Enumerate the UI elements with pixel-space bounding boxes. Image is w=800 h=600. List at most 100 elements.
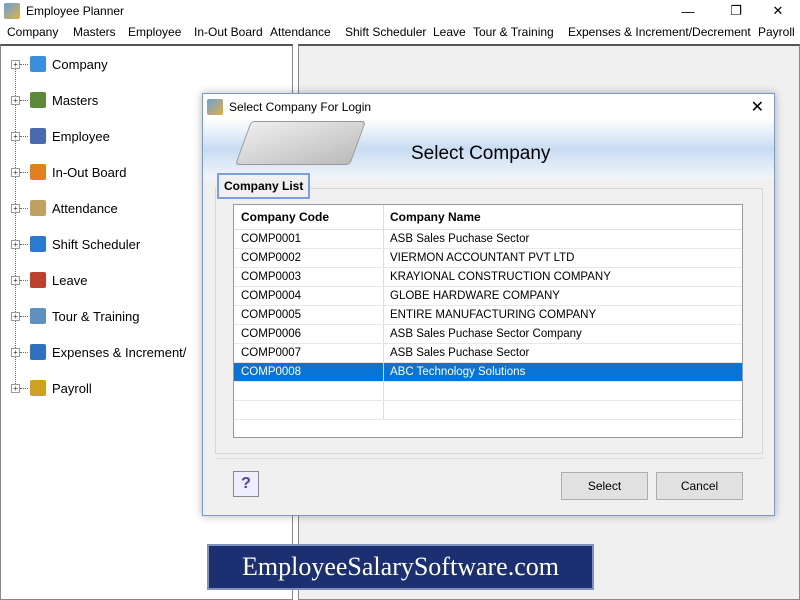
checklist-icon bbox=[30, 200, 46, 216]
company-code-cell: COMP0007 bbox=[234, 344, 384, 362]
tree-connector bbox=[20, 279, 28, 281]
expand-icon[interactable]: + bbox=[11, 59, 20, 69]
company-name-cell: ASB Sales Puchase Sector Company bbox=[390, 328, 582, 340]
cancel-button[interactable]: Cancel bbox=[656, 472, 743, 500]
users-icon bbox=[30, 128, 46, 144]
company-code-cell: COMP0006 bbox=[234, 325, 384, 343]
column-company-name[interactable]: Company Name bbox=[384, 205, 742, 229]
tree-item-label: Employee bbox=[52, 128, 110, 144]
group-label: Company List bbox=[217, 173, 311, 199]
app-icon bbox=[4, 3, 20, 19]
tree-connector bbox=[20, 315, 28, 317]
tree-item[interactable]: + Attendance bbox=[11, 198, 118, 218]
dialog-title-bar: Select Company For Login ✕ bbox=[203, 94, 774, 119]
tree-connector bbox=[20, 351, 28, 353]
empty-cell bbox=[384, 401, 742, 419]
tree-connector bbox=[20, 171, 28, 173]
clock-icon bbox=[30, 236, 46, 252]
menu-item[interactable]: Tour & Training bbox=[473, 25, 554, 39]
expand-icon[interactable]: + bbox=[11, 203, 20, 213]
tree-item-label: In-Out Board bbox=[52, 164, 127, 180]
tree-item-label: Masters bbox=[52, 92, 99, 108]
table-row[interactable]: COMP0003 KRAYIONAL CONSTRUCTION COMPANY bbox=[234, 268, 742, 287]
company-code-cell: COMP0003 bbox=[234, 268, 384, 286]
expand-icon[interactable]: + bbox=[11, 383, 20, 393]
tree-item-label: Expenses & Increment/ bbox=[52, 344, 187, 360]
table-row[interactable]: COMP0002 VIERMON ACCOUNTANT PVT LTD bbox=[234, 249, 742, 268]
menu-item[interactable]: Expenses & Increment/Decrement bbox=[568, 25, 751, 39]
tree-connector bbox=[20, 135, 28, 137]
title-bar: Employee Planner — ❐ ✕ bbox=[0, 0, 800, 22]
table-row[interactable]: COMP0001 ASB Sales Puchase Sector bbox=[234, 230, 742, 249]
empty-cell bbox=[234, 401, 384, 419]
menu-item[interactable]: Company bbox=[7, 25, 58, 39]
tree-connector bbox=[20, 387, 28, 389]
menu-item[interactable]: Employee bbox=[128, 25, 181, 39]
tree-item-label: Shift Scheduler bbox=[52, 236, 141, 252]
tree-item[interactable]: + Tour & Training bbox=[11, 306, 139, 326]
watermark-banner: EmployeeSalarySoftware.com bbox=[207, 544, 594, 590]
empty-cell bbox=[234, 382, 384, 400]
calendar-icon bbox=[30, 272, 46, 288]
select-button[interactable]: Select bbox=[561, 472, 648, 500]
company-name-cell: GLOBE HARDWARE COMPANY bbox=[390, 290, 560, 302]
menu-item[interactable]: Masters bbox=[73, 25, 116, 39]
menu-item[interactable]: Shift Scheduler bbox=[345, 25, 426, 39]
menu-item[interactable]: Attendance bbox=[270, 25, 331, 39]
expand-icon[interactable]: + bbox=[11, 239, 20, 249]
table-row[interactable]: COMP0007 ASB Sales Puchase Sector bbox=[234, 344, 742, 363]
empty-row[interactable] bbox=[234, 382, 742, 401]
expand-icon[interactable]: + bbox=[11, 167, 20, 177]
building-icon bbox=[30, 56, 46, 72]
table-row[interactable]: COMP0008 ABC Technology Solutions bbox=[234, 363, 742, 382]
tree-item[interactable]: + Masters bbox=[11, 90, 98, 110]
column-company-code[interactable]: Company Code bbox=[234, 205, 384, 229]
arrows-icon bbox=[30, 164, 46, 180]
tree-item[interactable]: + Payroll bbox=[11, 378, 92, 398]
expand-icon[interactable]: + bbox=[11, 311, 20, 321]
select-company-dialog: Select Company For Login ✕ Select Compan… bbox=[202, 93, 775, 516]
company-name-cell: ASB Sales Puchase Sector bbox=[390, 347, 530, 359]
tree-item-label: Attendance bbox=[52, 200, 118, 216]
wallet-icon bbox=[30, 344, 46, 360]
company-code-cell: COMP0001 bbox=[234, 230, 384, 248]
window-title: Employee Planner bbox=[26, 4, 125, 18]
expand-icon[interactable]: + bbox=[11, 275, 20, 285]
dialog-banner: Select Company bbox=[203, 119, 774, 179]
table-row[interactable]: COMP0004 GLOBE HARDWARE COMPANY bbox=[234, 287, 742, 306]
menu-item[interactable]: In-Out Board bbox=[194, 25, 263, 39]
minimize-button[interactable]: — bbox=[668, 0, 708, 22]
tree-item-label: Tour & Training bbox=[52, 308, 140, 324]
expand-icon[interactable]: + bbox=[11, 95, 20, 105]
company-name-cell: KRAYIONAL CONSTRUCTION COMPANY bbox=[390, 271, 611, 283]
help-button[interactable]: ? bbox=[233, 471, 259, 497]
tree-item[interactable]: + In-Out Board bbox=[11, 162, 126, 182]
tree-item[interactable]: + Company bbox=[11, 54, 108, 74]
table-row[interactable]: COMP0005 ENTIRE MANUFACTURING COMPANY bbox=[234, 306, 742, 325]
maximize-button[interactable]: ❐ bbox=[716, 0, 756, 22]
book-pen-icon bbox=[234, 121, 367, 165]
expand-icon[interactable]: + bbox=[11, 347, 20, 357]
tree-item[interactable]: + Employee bbox=[11, 126, 110, 146]
tree-item-label: Company bbox=[52, 56, 108, 72]
menu-item[interactable]: Leave bbox=[433, 25, 466, 39]
company-code-cell: COMP0008 bbox=[234, 363, 384, 381]
expand-icon[interactable]: + bbox=[11, 131, 20, 141]
layers-icon bbox=[30, 92, 46, 108]
tree-item[interactable]: + Leave bbox=[11, 270, 87, 290]
empty-row[interactable] bbox=[234, 401, 742, 420]
company-list[interactable]: Company Code Company Name COMP0001 ASB Sa… bbox=[233, 204, 743, 438]
dialog-close-icon[interactable]: ✕ bbox=[751, 97, 764, 117]
tree-item-label: Payroll bbox=[52, 380, 92, 396]
close-button[interactable]: ✕ bbox=[758, 0, 798, 22]
list-header: Company Code Company Name bbox=[234, 205, 742, 230]
tree-connector bbox=[20, 243, 28, 245]
dialog-heading: Select Company bbox=[411, 143, 551, 164]
menu-item[interactable]: Payroll bbox=[758, 25, 795, 39]
airplane-icon bbox=[30, 308, 46, 324]
company-name-cell: VIERMON ACCOUNTANT PVT LTD bbox=[390, 252, 575, 264]
tree-item[interactable]: + Shift Scheduler bbox=[11, 234, 140, 254]
dialog-icon bbox=[207, 98, 223, 115]
tree-item[interactable]: + Expenses & Increment/ bbox=[11, 342, 186, 362]
table-row[interactable]: COMP0006 ASB Sales Puchase Sector Company bbox=[234, 325, 742, 344]
